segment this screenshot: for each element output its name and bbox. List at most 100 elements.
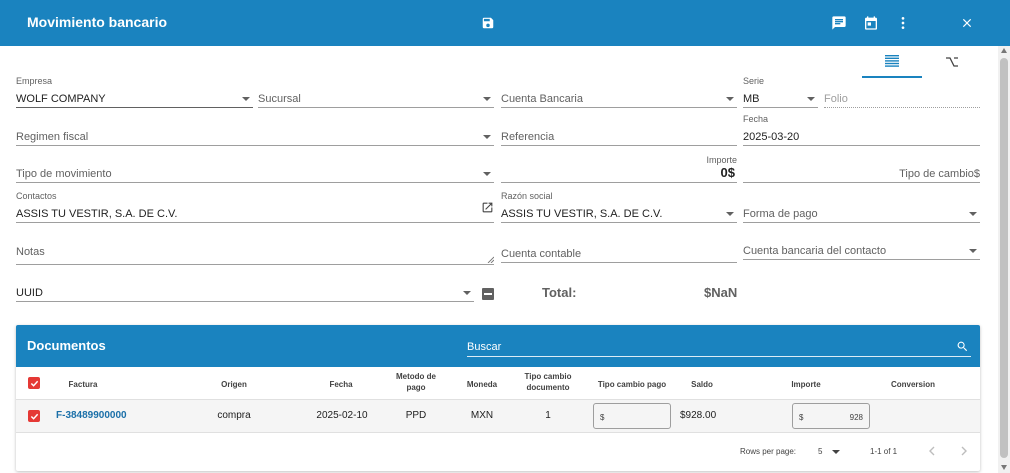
notas-textarea[interactable]: Notas <box>16 243 494 265</box>
folio-placeholder: Folio <box>824 93 848 105</box>
documentos-title: Documentos <box>27 338 106 353</box>
close-icon[interactable] <box>957 13 977 33</box>
chevron-left-icon <box>929 446 935 456</box>
more-vert-icon[interactable] <box>893 13 913 33</box>
referencia-field[interactable]: Referencia <box>501 128 737 146</box>
serie-value: MB <box>743 93 760 105</box>
search-placeholder: Buscar <box>467 341 502 353</box>
col-moneda[interactable]: Moneda <box>454 379 510 390</box>
razon-social-label: Razón social <box>501 191 553 201</box>
factura-link[interactable]: F-38489900000 <box>56 410 156 421</box>
tree-view-icon <box>946 57 958 67</box>
rows-per-page-select[interactable]: 5 <box>816 443 844 459</box>
folio-field[interactable]: Folio <box>824 90 980 108</box>
col-metodo-pago[interactable]: Metodo de pago <box>386 371 446 393</box>
col-origen[interactable]: Origen <box>206 379 262 390</box>
contactos-label: Contactos <box>16 191 57 201</box>
importe-field[interactable]: Importe 0$ <box>501 155 737 183</box>
col-tipo-cambio-pago[interactable]: Tipo cambio pago <box>588 379 676 390</box>
empresa-value: WOLF COMPANY <box>16 93 106 105</box>
tipo-cambio-pago-input[interactable]: $ <box>593 403 671 429</box>
cuenta-bancaria-contacto-placeholder: Cuenta bancaria del contacto <box>743 245 887 257</box>
uuid-select[interactable]: UUID <box>16 284 474 302</box>
search-input[interactable]: Buscar <box>467 337 971 357</box>
pagination-range: 1-1 of 1 <box>870 447 898 456</box>
tipo-movimiento-select[interactable]: Tipo de movimiento <box>16 165 494 183</box>
tree-view-tab[interactable] <box>922 46 982 78</box>
prev-page-button[interactable] <box>924 442 940 460</box>
search-icon[interactable] <box>956 340 969 353</box>
check-icon <box>30 413 38 420</box>
row-checkbox[interactable] <box>28 410 40 422</box>
cuenta-contable-placeholder: Cuenta contable <box>501 248 582 260</box>
notas-placeholder: Notas <box>16 246 45 258</box>
col-tipo-cambio-documento[interactable]: Tipo cambio documento <box>516 371 580 393</box>
chevron-down-icon <box>483 97 491 101</box>
list-view-tab[interactable] <box>862 46 922 78</box>
regimen-fiscal-select[interactable]: Regimen fiscal <box>16 128 494 146</box>
col-fecha[interactable]: Fecha <box>314 379 368 390</box>
documentos-toolbar: Documentos Buscar <box>16 325 980 367</box>
importe-input-value: 928 <box>849 413 863 422</box>
page-title: Movimiento bancario <box>27 14 168 30</box>
chevron-down-icon <box>969 249 977 253</box>
importe-input[interactable]: $ 928 <box>792 403 870 429</box>
app-header: Movimiento bancario <box>0 0 1010 46</box>
empresa-select[interactable]: Empresa WOLF COMPANY <box>16 76 253 108</box>
table-pagination: Rows per page: 5 1-1 of 1 <box>16 433 980 471</box>
comment-icon[interactable] <box>829 13 849 33</box>
scroll-up-icon[interactable] <box>1001 48 1007 53</box>
cell-fecha: 2025-02-10 <box>316 410 368 421</box>
xml-file-icon[interactable] <box>482 288 494 300</box>
col-factura[interactable]: Factura <box>56 379 110 390</box>
rows-per-page-value: 5 <box>818 447 823 456</box>
contactos-value: ASSIS TU VESTIR, S.A. DE C.V. <box>16 208 178 220</box>
fecha-value: 2025-03-20 <box>743 131 800 143</box>
chevron-down-icon <box>242 97 250 101</box>
serie-select[interactable]: Serie MB <box>743 76 818 108</box>
vertical-scrollbar[interactable] <box>998 46 1010 473</box>
open-in-new-icon[interactable] <box>481 201 494 219</box>
empresa-label: Empresa <box>16 76 53 86</box>
scroll-down-icon[interactable] <box>1001 465 1007 470</box>
col-importe[interactable]: Importe <box>776 379 836 390</box>
chevron-down-icon <box>483 135 491 139</box>
chevron-down-icon <box>726 97 734 101</box>
col-conversion[interactable]: Conversion <box>880 379 946 390</box>
sucursal-select[interactable]: Sucursal <box>258 90 494 108</box>
chevron-down-icon <box>969 212 977 216</box>
resize-handle-icon[interactable] <box>487 256 494 263</box>
form-content: Empresa WOLF COMPANY Sucursal Cuenta Ban… <box>0 46 998 473</box>
chevron-down-icon <box>483 172 491 176</box>
chevron-down-icon <box>463 291 471 295</box>
referencia-placeholder: Referencia <box>501 131 555 143</box>
col-metodo-pago-line2: pago <box>406 383 426 392</box>
save-icon[interactable] <box>478 13 498 33</box>
calendar-icon[interactable] <box>861 13 881 33</box>
contactos-field[interactable]: Contactos ASSIS TU VESTIR, S.A. DE C.V. <box>16 191 494 223</box>
serie-label: Serie <box>743 76 765 86</box>
razon-social-value: ASSIS TU VESTIR, S.A. DE C.V. <box>501 208 663 220</box>
select-all-checkbox[interactable] <box>28 377 40 389</box>
forma-pago-placeholder: Forma de pago <box>743 208 818 220</box>
cuenta-bancaria-select[interactable]: Cuenta Bancaria <box>501 90 737 108</box>
scrollbar-thumb[interactable] <box>1000 58 1008 458</box>
total-value: $NaN <box>704 285 738 300</box>
tipo-cambio-pago-prefix: $ <box>600 413 605 422</box>
col-saldo[interactable]: Saldo <box>680 379 724 390</box>
forma-pago-select[interactable]: Forma de pago <box>743 205 980 223</box>
next-page-button[interactable] <box>956 442 972 460</box>
chevron-down-icon <box>832 450 840 454</box>
chevron-right-icon <box>961 446 967 456</box>
importe-value: 0$ <box>720 165 735 180</box>
chevron-down-icon <box>726 212 734 216</box>
cuenta-bancaria-contacto-select[interactable]: Cuenta bancaria del contacto <box>743 242 980 260</box>
regimen-fiscal-placeholder: Regimen fiscal <box>16 131 89 143</box>
tipo-cambio-field[interactable]: Tipo de cambio$ <box>743 165 980 183</box>
cuenta-contable-field[interactable]: Cuenta contable <box>501 245 737 263</box>
fecha-field[interactable]: Fecha 2025-03-20 <box>743 114 980 146</box>
razon-social-select[interactable]: Razón social ASSIS TU VESTIR, S.A. DE C.… <box>501 191 737 223</box>
cell-metodo-pago: PPD <box>405 410 427 421</box>
cell-moneda: MXN <box>470 410 494 421</box>
table-row[interactable]: F-38489900000 compra 2025-02-10 PPD MXN … <box>16 400 980 433</box>
